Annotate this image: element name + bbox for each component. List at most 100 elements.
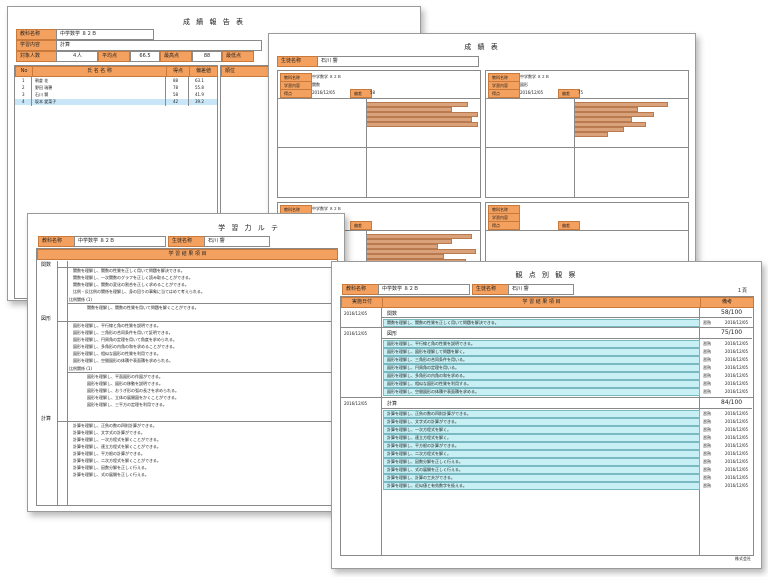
- min-label: 最低点: [222, 51, 254, 62]
- count-value: ４人: [56, 51, 98, 62]
- list-item: 関数を理解し、関数の性質を正しく用いて問題を解決できる。: [73, 268, 185, 273]
- note-tag: 習熟: [703, 443, 711, 448]
- note-tag: 習熟: [703, 320, 711, 325]
- table-divider: [165, 76, 166, 106]
- chart-bar: [366, 122, 478, 127]
- list-item: 計算を理解し、平方根の計算ができる。: [73, 451, 145, 456]
- note-tag: 習熟: [703, 373, 711, 378]
- note-date: 2016/12/05: [725, 419, 749, 424]
- table-divider: [31, 76, 32, 106]
- section-rule: [67, 372, 337, 373]
- note-tag: 習熟: [703, 459, 711, 464]
- note-tag: 習熟: [703, 451, 711, 456]
- item-row[interactable]: 図形を理解し、図形を理解して問題を解く。: [383, 348, 700, 356]
- list-item: 計算を理解し、文字式の計算ができる。: [73, 430, 145, 435]
- note-date: 2016/12/05: [725, 475, 749, 480]
- panel-dev-label: 偏差: [350, 221, 372, 230]
- section-score: 75/100: [721, 329, 743, 336]
- list-item: 関数を理解し、一次関数のグラフを正しく読み取ることができる。: [73, 275, 193, 280]
- count-label: 対象人数: [16, 51, 58, 62]
- table-row[interactable]: 3 石川 響 58 41.9: [15, 92, 217, 98]
- note-date: 2016/12/05: [725, 451, 749, 456]
- row-name: 野田 瑞穂: [35, 85, 53, 90]
- note-tag: 習熟: [703, 349, 711, 354]
- row-dev: 41.9: [195, 92, 204, 97]
- chart-panel-functions: 教科名称 中学数学 ８２Ｂ 学習内容 関数 得点 2016/12/05 偏差 5…: [277, 70, 481, 198]
- col-items: 学 習 結 果 項 目: [382, 297, 701, 308]
- section-rule: [57, 421, 337, 422]
- panel-dev-label: 偏差: [558, 89, 580, 98]
- item-row[interactable]: 図形を理解し、空間図形の体積や表面積を求める。: [383, 388, 700, 396]
- section-rule: [382, 338, 752, 339]
- list-item: 図形を理解し、立体の展開図をかくことができる。: [87, 395, 179, 400]
- note-tag: 習熟: [703, 419, 711, 424]
- note-date: 2016/12/05: [725, 357, 749, 362]
- karte-course-label: 教科名称: [38, 236, 76, 247]
- item-row[interactable]: 関数を理解し、関数の性質を正しく用いて問題を解決できる。: [383, 319, 700, 327]
- karte-title: 学 習 力 ル テ: [218, 224, 280, 232]
- observation-sheet: 観 点 別 観 察 １頁 教科名称 中学数学 ８２Ｂ 生徒名称 石川 響 実施日…: [331, 261, 762, 569]
- list-item: 図形を理解し、空間図形の体積や表面積を求められる。: [73, 358, 173, 363]
- item-row[interactable]: 図形を理解し、円周角の定理を用いる。: [383, 364, 700, 372]
- row-no: 2: [22, 85, 25, 90]
- col-score: 得点: [166, 66, 190, 77]
- chart-grid: [278, 147, 480, 148]
- note-date: 2016/12/05: [725, 381, 749, 386]
- list-item: 計算を理解し、連立方程式を解くことができる。: [73, 444, 161, 449]
- section-rule: [341, 327, 753, 328]
- note-date: 2016/12/05: [725, 459, 749, 464]
- max-label: 最高点: [160, 51, 192, 62]
- panel-course-value: 中学数学 ８２Ｂ: [520, 74, 550, 79]
- note-tag: 習熟: [703, 357, 711, 362]
- item-row[interactable]: 計算を理解し、因数分解を正しく行える。: [383, 458, 700, 466]
- list-item: 図形を理解し、三角形の合同条件を用いて証明できる。: [73, 330, 173, 335]
- item-row[interactable]: 計算を理解し、文字式の計算ができる。: [383, 418, 700, 426]
- item-row[interactable]: 図形を理解し、三角形の合同条件を用いる。: [383, 356, 700, 364]
- item-row[interactable]: 計算を理解し、式の展開を正しく行える。: [383, 466, 700, 474]
- item-row[interactable]: 計算を理解し、平方根の計算ができる。: [383, 442, 700, 450]
- item-row[interactable]: 計算を理解し、正負の数の四則計算ができる。: [383, 410, 700, 418]
- section-score: 84/100: [721, 399, 743, 406]
- panel-unit-value: 図形: [520, 82, 528, 87]
- item-row[interactable]: 計算を理解し、二次方程式を解く。: [383, 450, 700, 458]
- student-value: 石川 響: [317, 56, 479, 67]
- note-tag: 習熟: [703, 381, 711, 386]
- obs-course-label: 教科名称: [342, 284, 380, 295]
- note-tag: 習熟: [703, 483, 711, 488]
- table-row-selected[interactable]: 4 坂本 愛菜子 42 39.2: [15, 99, 217, 105]
- note-tag: 習熟: [703, 475, 711, 480]
- item-row[interactable]: 計算を理解し、計算の工夫ができる。: [383, 474, 700, 482]
- panel-score-label: 得点: [488, 221, 520, 230]
- item-row[interactable]: 図形を理解し、相似な図形の性質を利用する。: [383, 380, 700, 388]
- chart-axis: [366, 99, 367, 197]
- item-row[interactable]: 計算を理解し、一次方程式を解く。: [383, 426, 700, 434]
- karte-name-label: 生徒名称: [168, 236, 206, 247]
- chart-grid: [486, 147, 688, 148]
- panel-score: 75: [578, 90, 584, 95]
- list-item: 図形を理解し、図形の移動を説明できる。: [87, 381, 163, 386]
- table-row[interactable]: 1 朝倉 花 88 63.1: [15, 78, 217, 84]
- note-tag: 習熟: [703, 411, 711, 416]
- panel-unit-value: 関数: [312, 82, 320, 87]
- table-divider: [188, 76, 189, 106]
- section-name: 関数: [387, 311, 398, 317]
- section-calc: 計算: [41, 416, 52, 422]
- row-score: 42: [173, 99, 179, 104]
- section-name: 図形: [387, 331, 398, 337]
- list-item: 計算を理解し、一次方程式を解くことができる。: [73, 437, 161, 442]
- note-date: 2016/12/05: [725, 443, 749, 448]
- table-row[interactable]: 2 野田 瑞穂 78 55.8: [15, 85, 217, 91]
- observation-table: 実施日付 学 習 結 果 項 目 備考 2016/12/05 関数 58/100…: [340, 296, 754, 556]
- item-row[interactable]: 図形を理解し、平行線と角の性質を説明できる。: [383, 340, 700, 348]
- section-score: 58/100: [721, 309, 743, 316]
- student-label: 生徒名称: [277, 56, 319, 67]
- section-date: 2016/12/05: [344, 401, 368, 406]
- item-row[interactable]: 計算を理解し、連立方程式を解く。: [383, 434, 700, 442]
- section-rule: [382, 408, 752, 409]
- grades-title: 成 績 表: [464, 43, 500, 51]
- karte-name-value: 石川 響: [204, 236, 270, 247]
- row-name: 朝倉 花: [35, 78, 49, 83]
- item-row[interactable]: 計算を理解し、近似値と有効数字を扱える。: [383, 482, 700, 490]
- karte-divider: [67, 261, 68, 505]
- item-row[interactable]: 図形を理解し、多角形の内角の和を求める。: [383, 372, 700, 380]
